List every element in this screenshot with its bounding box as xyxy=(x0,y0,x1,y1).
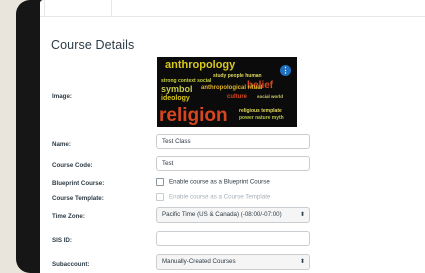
word-small-5: religious template xyxy=(239,108,282,114)
word-ideology: ideology xyxy=(161,95,190,102)
word-small-2: study people human xyxy=(213,73,262,79)
image-label: Image: xyxy=(52,93,72,100)
time-zone-select[interactable]: Pacific Time (US & Canada) (-08:00/-07:0… xyxy=(156,207,310,223)
device-frame: Course Details Image: anthropology stron… xyxy=(16,0,425,273)
word-small-3: anthropological ritual xyxy=(201,85,263,91)
blueprint-checkbox-label: Enable course as a Blueprint Course xyxy=(169,178,270,186)
word-anthropology: anthropology xyxy=(165,59,236,71)
word-small-6: power nature myth xyxy=(239,115,284,121)
template-checkbox-label: Enable course as a Course Template xyxy=(169,193,271,201)
course-code-label: Course Code: xyxy=(52,162,93,169)
course-image[interactable]: anthropology strong context social study… xyxy=(157,57,297,127)
chevron-updown-icon: ⬍ xyxy=(299,212,305,218)
subaccount-select[interactable]: Manually-Created Courses ⬍ xyxy=(156,254,310,270)
name-label: Name: xyxy=(52,141,71,148)
word-small-4: social world xyxy=(257,94,284,99)
chevron-updown-icon: ⬍ xyxy=(299,259,305,265)
name-input[interactable]: Test Class xyxy=(156,134,310,149)
blueprint-checkbox[interactable] xyxy=(156,178,164,186)
template-checkbox-row[interactable]: Enable course as a Course Template xyxy=(156,193,270,201)
time-zone-value: Pacific Time (US & Canada) (-08:00/-07:0… xyxy=(162,211,282,218)
template-checkbox[interactable] xyxy=(156,193,164,201)
blueprint-checkbox-row[interactable]: Enable course as a Blueprint Course xyxy=(156,178,270,186)
blueprint-label: Blueprint Course: xyxy=(52,180,105,187)
sis-id-input[interactable] xyxy=(156,231,310,246)
page-title: Course Details xyxy=(51,38,135,52)
template-label: Course Template: xyxy=(52,195,104,202)
word-culture: culture xyxy=(227,94,248,100)
course-settings-screen: Course Details Image: anthropology stron… xyxy=(40,0,425,273)
word-religion: religion xyxy=(159,105,228,126)
more-options-icon[interactable]: ⋮ xyxy=(280,65,291,76)
tab-bar xyxy=(40,0,425,17)
subaccount-label: Subaccount: xyxy=(52,261,90,268)
word-symbol: symbol xyxy=(161,84,193,94)
sis-id-label: SIS ID: xyxy=(52,237,72,244)
course-code-input[interactable]: Test xyxy=(156,156,310,171)
subaccount-value: Manually-Created Courses xyxy=(162,258,236,265)
active-tab[interactable] xyxy=(44,0,112,16)
time-zone-label: Time Zone: xyxy=(52,213,85,220)
